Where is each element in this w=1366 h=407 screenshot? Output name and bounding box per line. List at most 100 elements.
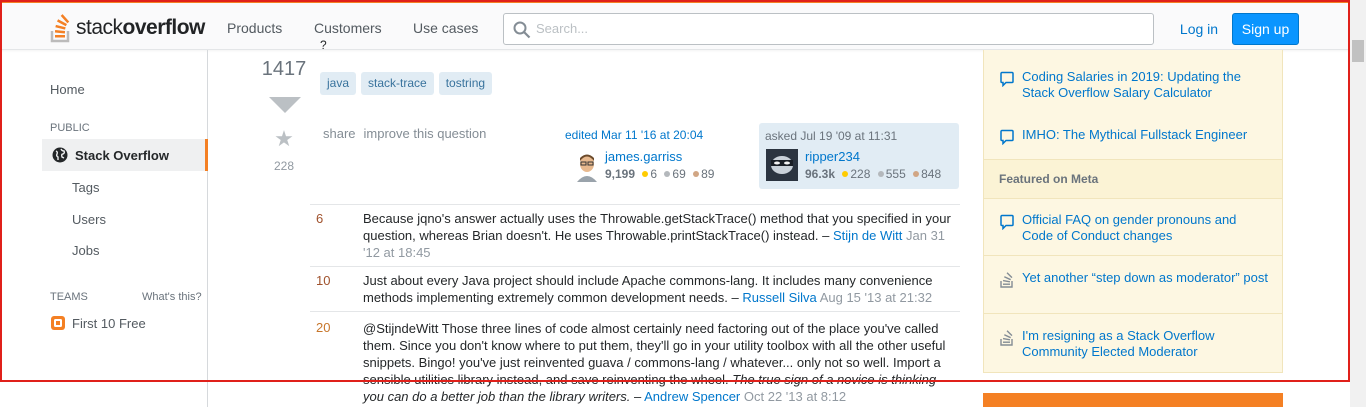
meta-post-title: Official FAQ on gender pronouns and Code… — [1022, 212, 1237, 243]
question-title-fragment: ? — [320, 38, 327, 52]
blog-post-link[interactable]: Coding Salaries in 2019: Updating the St… — [1000, 69, 1270, 101]
gold-badge-count: 228 — [850, 167, 871, 181]
comment-date[interactable]: Aug 15 '13 at 21:32 — [820, 290, 932, 305]
reputation-score: 96.3k — [805, 167, 836, 181]
editor-avatar-icon — [571, 150, 603, 182]
signup-button[interactable]: Sign up — [1232, 13, 1299, 45]
comment-score: 20 — [316, 320, 331, 335]
editor-username[interactable]: james.garriss — [605, 149, 682, 164]
asker-signature: asked Jul 19 '09 at 11:31 ripper234 96.3… — [759, 123, 959, 189]
meta-post-link[interactable]: Yet another “step down as moderator” pos… — [1000, 270, 1270, 288]
post-menu: share improve this question — [323, 126, 486, 141]
nav-customers[interactable]: Customers — [314, 20, 382, 36]
blog-post-title: IMHO: The Mythical Fullstack Engineer — [1022, 127, 1248, 142]
featured-on-meta-header: Featured on Meta — [984, 159, 1282, 199]
blog-post-link[interactable]: IMHO: The Mythical Fullstack Engineer — [1000, 127, 1270, 145]
sidebar-public-label: PUBLIC — [50, 122, 90, 134]
blog-meta-widget: Coding Salaries in 2019: Updating the St… — [983, 50, 1283, 373]
speech-bubble-icon — [1000, 71, 1014, 87]
nav-use-cases[interactable]: Use cases — [413, 20, 478, 36]
favorite-count: 228 — [273, 159, 295, 173]
comment-body: Because jqno's answer actually uses the … — [363, 210, 958, 261]
comment-user-link[interactable]: Stijn de Witt — [833, 228, 902, 243]
left-sidebar: Home PUBLIC Stack Overflow Tags Users Jo… — [0, 50, 208, 407]
gold-badge-count: 6 — [650, 167, 658, 181]
speech-bubble-icon — [1000, 129, 1014, 145]
sidebar-item-label: First 10 Free — [72, 315, 146, 331]
meta-post-title: I'm resigning as a Stack Overflow Commun… — [1022, 328, 1215, 359]
comment-dash: – — [634, 389, 642, 404]
stack-exchange-meta-icon — [1000, 330, 1013, 346]
silver-badge-icon — [877, 171, 884, 178]
comment-date[interactable]: Oct 22 '13 at 8:12 — [744, 389, 846, 404]
stack-logo-icon — [50, 14, 70, 43]
silver-badge-icon — [664, 171, 671, 178]
briefcase-icon — [51, 316, 65, 330]
favorite-star-icon[interactable]: ★ — [273, 127, 295, 151]
tag-list: java stack-trace tostring — [320, 72, 493, 95]
asker-reputation: 96.3k 228 555 848 — [805, 167, 941, 181]
sidebar-item-jobs[interactable]: Jobs — [72, 243, 99, 258]
sidebar-item-home[interactable]: Home — [50, 82, 85, 97]
avatar[interactable] — [571, 150, 603, 182]
search-icon — [513, 21, 531, 39]
silver-badge-count: 69 — [672, 167, 686, 181]
sidebar-item-tags[interactable]: Tags — [72, 180, 99, 195]
edited-time-link[interactable]: edited Mar 11 '16 at 20:04 — [565, 128, 703, 142]
speech-bubble-icon — [1000, 214, 1014, 230]
gold-badge-icon — [842, 171, 849, 178]
search-input[interactable] — [536, 14, 1136, 42]
sidebar-item-stack-overflow[interactable]: Stack Overflow — [42, 139, 208, 171]
meta-post-link[interactable]: I'm resigning as a Stack Overflow Commun… — [1000, 328, 1270, 360]
sidebar-item-users[interactable]: Users — [72, 212, 106, 227]
vote-count: 1417 — [261, 58, 307, 80]
tag-tostring[interactable]: tostring — [438, 72, 493, 95]
whats-this-link[interactable]: What's this? — [142, 291, 202, 303]
logo-text-suffix: overflow — [122, 16, 206, 39]
comment-body: @StijndeWitt Those three lines of code a… — [363, 320, 958, 405]
comment-score: 6 — [316, 211, 324, 226]
downvote-arrow-icon[interactable] — [269, 97, 301, 113]
meta-post-link[interactable]: Official FAQ on gender pronouns and Code… — [1000, 212, 1270, 244]
asker-username[interactable]: ripper234 — [805, 149, 860, 164]
logo-text-prefix: stack — [76, 16, 123, 39]
search-box — [503, 13, 1154, 45]
tag-stack-trace[interactable]: stack-trace — [361, 72, 434, 95]
scrollbar-thumb[interactable] — [1352, 40, 1364, 62]
meta-post-title: Yet another “step down as moderator” pos… — [1022, 270, 1268, 285]
bronze-badge-count: 848 — [921, 167, 942, 181]
share-link[interactable]: share — [323, 126, 356, 141]
editor-reputation: 9,199 6 69 89 — [605, 167, 714, 181]
globe-icon — [52, 147, 68, 163]
sidebar-item-label: Stack Overflow — [75, 147, 169, 163]
bronze-badge-icon — [693, 171, 700, 178]
avatar[interactable] — [766, 149, 798, 181]
nav-products[interactable]: Products — [227, 20, 282, 36]
comment-user-link[interactable]: Russell Silva — [742, 290, 816, 305]
comment-row: 6 Because jqno's answer actually uses th… — [310, 204, 960, 267]
tag-java[interactable]: java — [320, 72, 357, 95]
asker-avatar-icon — [766, 149, 798, 181]
gold-badge-icon — [642, 171, 649, 178]
login-button[interactable]: Log in — [1172, 13, 1226, 45]
asked-time-link[interactable]: asked Jul 19 '09 at 11:31 — [765, 129, 897, 143]
silver-badge-count: 555 — [885, 167, 906, 181]
divider — [984, 313, 1282, 314]
comment-row: 10 Just about every Java project should … — [310, 267, 960, 312]
sidebar-ad-banner[interactable] — [983, 393, 1283, 407]
divider — [984, 255, 1282, 256]
reputation-score: 9,199 — [605, 167, 636, 181]
improve-question-link[interactable]: improve this question — [364, 126, 487, 141]
comment-user-link[interactable]: Andrew Spencer — [644, 389, 740, 404]
sidebar-item-teams-free[interactable]: First 10 Free — [50, 315, 146, 331]
featured-on-meta-title: Featured on Meta — [999, 172, 1099, 186]
stackoverflow-logo[interactable]: stackoverflow — [50, 12, 205, 44]
comment-body: Just about every Java project should inc… — [363, 272, 958, 306]
bronze-badge-count: 89 — [701, 167, 715, 181]
comment-score: 10 — [316, 273, 331, 288]
sidebar-teams-label: TEAMS — [50, 291, 88, 303]
comment-row: 20 @StijndeWitt Those three lines of cod… — [310, 312, 960, 407]
bronze-badge-icon — [913, 171, 920, 178]
top-bar: stackoverflow Products Customers Use cas… — [0, 0, 1366, 50]
stack-exchange-meta-icon — [1000, 272, 1013, 288]
